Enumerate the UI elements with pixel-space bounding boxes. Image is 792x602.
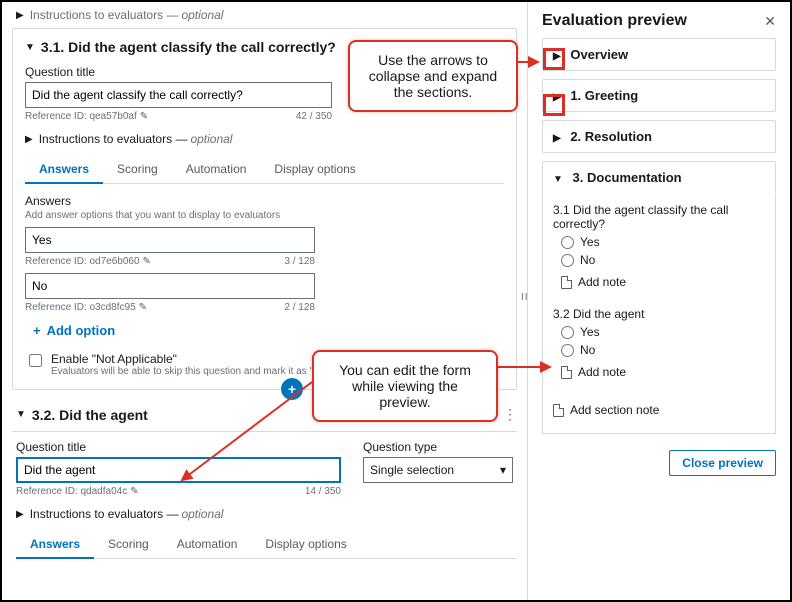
chevron-right-icon: ▶ — [16, 509, 24, 520]
add-note-q31[interactable]: Add note — [561, 275, 765, 289]
question-type-select-32[interactable]: Single selection ▾ — [363, 457, 513, 483]
chevron-down-icon: ▾ — [500, 463, 506, 477]
close-preview-button[interactable]: Close preview — [669, 450, 776, 476]
section-3-1-title: 3.1. Did the agent classify the call cor… — [41, 39, 336, 55]
char-count: 42 / 350 — [296, 111, 332, 122]
edit-icon[interactable]: ✎ — [140, 111, 148, 122]
tab-display-options[interactable]: Display options — [260, 156, 369, 183]
highlight-box — [543, 48, 565, 70]
edit-icon[interactable]: ✎ — [139, 302, 147, 313]
chevron-right-icon: ▶ — [16, 10, 24, 21]
kebab-icon[interactable]: ⋮ — [503, 406, 517, 423]
preview-section-greeting[interactable]: ▶ 1. Greeting — [542, 79, 776, 112]
ref-id-prefix: Reference ID: — [25, 111, 87, 122]
preview-section-documentation[interactable]: ▼ 3. Documentation — [542, 161, 776, 193]
close-icon[interactable]: ✕ — [764, 13, 776, 30]
callout-bottom: You can edit the form while viewing the … — [312, 350, 498, 422]
ref-id-value: qea57b0af — [89, 111, 136, 122]
note-icon — [553, 404, 564, 417]
instructions-toggle-32[interactable]: ▶ Instructions to evaluators — optional — [12, 507, 517, 521]
enable-na-checkbox[interactable] — [29, 354, 42, 367]
chevron-right-icon: ▶ — [553, 133, 561, 144]
preview-q31-title: 3.1 Did the agent classify the call corr… — [553, 203, 765, 231]
instructions-toggle-31[interactable]: ▶ Instructions to evaluators — optional — [25, 132, 504, 146]
pane-drag-handle-icon[interactable]: II — [521, 292, 529, 303]
preview-q31-opt-yes[interactable]: Yes — [561, 235, 765, 249]
tab-automation[interactable]: Automation — [163, 531, 252, 558]
add-option-button[interactable]: +Add option — [33, 323, 504, 338]
instructions-label: Instructions to evaluators — — [30, 8, 179, 22]
char-count: 2 / 128 — [284, 302, 315, 313]
preview-q32-title: 3.2 Did the agent — [553, 307, 765, 321]
question-title-label: Question title — [25, 65, 332, 79]
preview-section-resolution[interactable]: ▶ 2. Resolution — [542, 120, 776, 153]
char-count: 3 / 128 — [284, 256, 315, 267]
preview-title: Evaluation preview — [542, 12, 687, 30]
edit-icon[interactable]: ✎ — [143, 256, 151, 267]
preview-q32-opt-no[interactable]: No — [561, 343, 765, 357]
callout-top: Use the arrows to collapse and expand th… — [348, 40, 518, 112]
note-icon — [561, 276, 572, 289]
chevron-right-icon: ▶ — [25, 134, 33, 145]
answer-row: Reference ID: o3cd8fc95✎ 2 / 128 — [25, 273, 315, 313]
tab-automation[interactable]: Automation — [172, 156, 261, 183]
question-title-input[interactable] — [25, 82, 332, 108]
question-type-label: Question type — [363, 440, 513, 454]
answer-row: Reference ID: od7e6b060✎ 3 / 128 — [25, 227, 315, 267]
chevron-down-icon: ▼ — [25, 42, 35, 53]
preview-section-overview[interactable]: ▶ Overview — [542, 38, 776, 71]
answers-subheading: Add answer options that you want to disp… — [25, 210, 504, 221]
add-note-q32[interactable]: Add note — [561, 365, 765, 379]
optional-label: optional — [181, 8, 223, 22]
preview-q31-opt-no[interactable]: No — [561, 253, 765, 267]
plus-icon: + — [33, 323, 41, 338]
tabs-32: Answers Scoring Automation Display optio… — [16, 531, 517, 559]
answers-heading: Answers — [25, 194, 504, 208]
tabs-31: Answers Scoring Automation Display optio… — [25, 156, 504, 184]
tab-scoring[interactable]: Scoring — [94, 531, 163, 558]
top-instructions-toggle[interactable]: ▶ Instructions to evaluators — optional — [12, 8, 517, 22]
tab-scoring[interactable]: Scoring — [103, 156, 172, 183]
section-3-2-title: 3.2. Did the agent — [32, 407, 148, 423]
chevron-down-icon: ▼ — [553, 174, 563, 185]
note-icon — [561, 366, 572, 379]
instructions-label: Instructions to evaluators — — [39, 132, 188, 146]
tab-answers[interactable]: Answers — [16, 531, 94, 559]
tab-answers[interactable]: Answers — [25, 156, 103, 184]
add-section-note[interactable]: Add section note — [553, 403, 765, 417]
answer-input-0[interactable] — [25, 227, 315, 253]
chevron-down-icon: ▼ — [16, 409, 26, 420]
preview-q32-opt-yes[interactable]: Yes — [561, 325, 765, 339]
optional-label: optional — [190, 132, 232, 146]
edit-icon[interactable]: ✎ — [130, 486, 138, 497]
answer-input-1[interactable] — [25, 273, 315, 299]
tab-display-options[interactable]: Display options — [251, 531, 360, 558]
highlight-box — [543, 94, 565, 116]
